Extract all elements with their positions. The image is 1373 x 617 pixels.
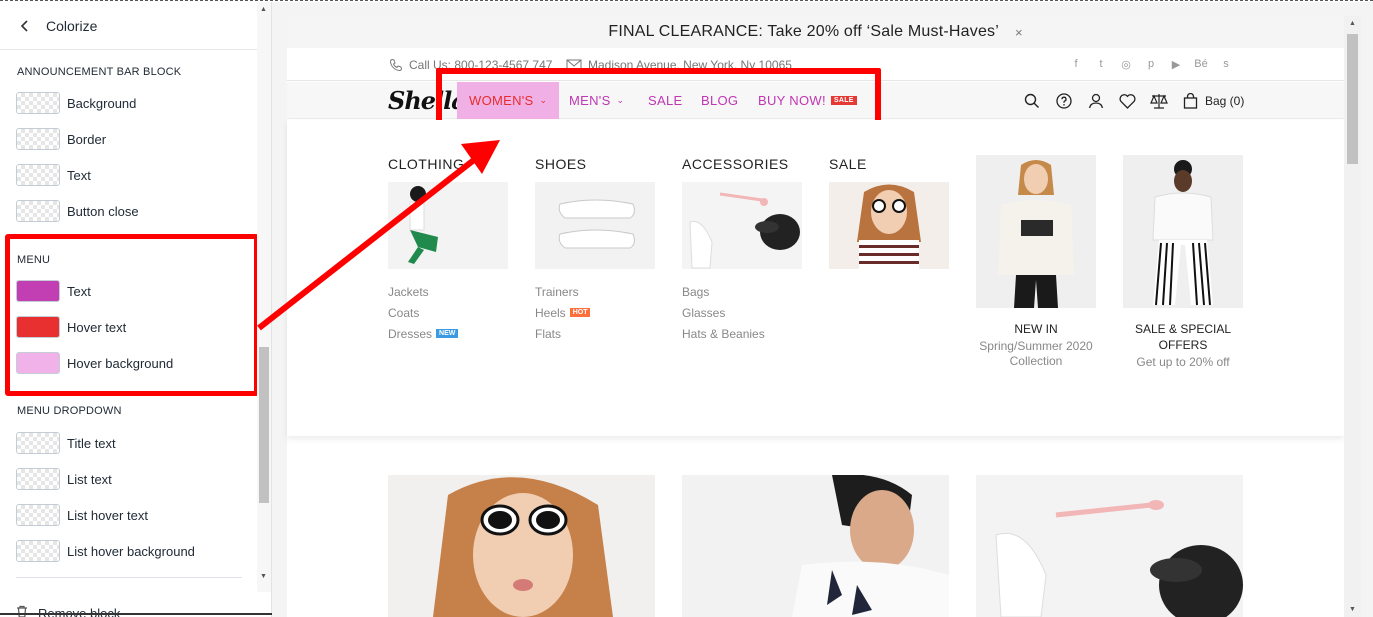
- remove-block-button[interactable]: Remove block: [16, 605, 120, 617]
- announcement-text: FINAL CLEARANCE: Take 20% off ‘Sale Must…: [608, 23, 999, 40]
- mega-title-accessories[interactable]: ACCESSORIES: [682, 156, 802, 172]
- setting-label: List text: [67, 471, 112, 487]
- facebook-icon[interactable]: f: [1068, 58, 1084, 71]
- scroll-thumb[interactable]: [259, 347, 269, 503]
- setting-dropdown-list-hover-text[interactable]: List hover text: [16, 503, 148, 527]
- section-label-announcement: ANNOUNCEMENT BAR BLOCK: [17, 66, 182, 78]
- twitter-icon[interactable]: t: [1093, 58, 1109, 71]
- scroll-down-icon[interactable]: ▼: [1349, 606, 1356, 613]
- accessories-links: Bags Glasses Hats & Beanies: [682, 281, 802, 344]
- setting-label: Text: [67, 167, 91, 183]
- promo-new-in[interactable]: NEW IN Spring/Summer 2020 Collection: [976, 155, 1096, 369]
- divider: [16, 577, 242, 578]
- mega-link-heels-label: Heels: [535, 305, 566, 320]
- pinterest-icon[interactable]: p: [1143, 58, 1159, 71]
- product-image-accessories[interactable]: [976, 475, 1243, 617]
- sale-image[interactable]: [829, 182, 949, 269]
- announcement-bar: FINAL CLEARANCE: Take 20% off ‘Sale Must…: [287, 16, 1344, 48]
- transparent-swatch[interactable]: [16, 540, 60, 562]
- mega-link-hats[interactable]: Hats & Beanies: [682, 323, 802, 344]
- bag-icon[interactable]: [1180, 91, 1200, 111]
- scroll-up-icon[interactable]: ▲: [1349, 20, 1356, 27]
- product-image-sunglasses-woman[interactable]: [388, 475, 655, 617]
- promo-sale-title-2: OFFERS: [1158, 338, 1208, 352]
- setting-label: Border: [67, 131, 107, 147]
- mega-title-shoes[interactable]: SHOES: [535, 156, 655, 172]
- remove-block-label: Remove block: [38, 605, 121, 617]
- app-root: Colorize ANNOUNCEMENT BAR BLOCK Backgrou…: [0, 0, 1373, 617]
- transparent-swatch[interactable]: [16, 128, 60, 150]
- scroll-thumb[interactable]: [1347, 34, 1358, 164]
- hot-badge: HOT: [569, 308, 591, 317]
- mega-link-trainers[interactable]: Trainers: [535, 281, 655, 302]
- menu-highlight-box: [5, 234, 259, 396]
- sale-offers-image[interactable]: [1123, 155, 1243, 308]
- transparent-swatch[interactable]: [16, 504, 60, 526]
- setting-label: List hover text: [67, 507, 148, 523]
- annotation-arrow: [257, 140, 500, 331]
- setting-label: List hover background: [67, 543, 195, 559]
- setting-dropdown-list-text[interactable]: List text: [16, 467, 112, 491]
- transparent-swatch[interactable]: [16, 432, 60, 454]
- new-in-image[interactable]: [976, 155, 1096, 308]
- transparent-swatch[interactable]: [16, 164, 60, 186]
- section-label-menu-dropdown: MENU DROPDOWN: [17, 405, 122, 417]
- mega-link-flats[interactable]: Flats: [535, 323, 655, 344]
- setting-dropdown-list-hover-background[interactable]: List hover background: [16, 539, 195, 563]
- user-icon[interactable]: [1086, 91, 1106, 111]
- mega-col-accessories: ACCESSORIES Bags Glasses Hats & Beanies: [682, 156, 802, 344]
- mega-title-sale[interactable]: SALE: [829, 156, 949, 172]
- help-icon[interactable]: [1054, 91, 1074, 111]
- panel-bottom-line: [0, 613, 290, 615]
- store-preview: FINAL CLEARANCE: Take 20% off ‘Sale Must…: [257, 16, 1344, 617]
- heart-icon[interactable]: [1117, 91, 1137, 111]
- transparent-swatch[interactable]: [16, 468, 60, 490]
- setting-label: Title text: [67, 435, 116, 451]
- transparent-swatch[interactable]: [16, 200, 60, 222]
- bag-count[interactable]: Bag (0): [1205, 94, 1244, 108]
- mega-col-sale: SALE: [829, 156, 949, 269]
- promo-sale-offers[interactable]: SALE & SPECIAL OFFERS Get up to 20% off: [1123, 155, 1243, 370]
- shoes-image[interactable]: [535, 182, 655, 269]
- social-links: f t ◎ p ▶ Bé s: [1068, 58, 1234, 71]
- panel-title: Colorize: [46, 17, 98, 34]
- panel-header: Colorize: [0, 2, 271, 50]
- scroll-up-icon[interactable]: ▲: [260, 6, 267, 13]
- setting-announcement-background[interactable]: Background: [16, 91, 136, 115]
- mega-col-shoes: SHOES Trainers Heels HOT Flats: [535, 156, 655, 344]
- transparent-swatch[interactable]: [16, 92, 60, 114]
- shoes-links: Trainers Heels HOT Flats: [535, 281, 655, 344]
- accessories-image[interactable]: [682, 182, 802, 269]
- promo-new-in-title: NEW IN: [1014, 322, 1058, 336]
- setting-announcement-border[interactable]: Border: [16, 127, 106, 151]
- promo-new-in-sub2: Collection: [1009, 354, 1063, 368]
- promo-sale-title-1: SALE & SPECIAL: [1134, 322, 1232, 336]
- phone-icon: [389, 58, 403, 72]
- product-image-man[interactable]: [682, 475, 949, 617]
- behance-icon[interactable]: Bé: [1193, 58, 1209, 71]
- back-chevron-icon[interactable]: [18, 19, 32, 33]
- setting-announcement-button-close[interactable]: Button close: [16, 199, 139, 223]
- preview-scrollbar[interactable]: ▲ ▼: [1344, 16, 1361, 617]
- promo-new-in-sub1: Spring/Summer 2020: [979, 339, 1093, 353]
- scroll-down-icon[interactable]: ▼: [260, 573, 267, 580]
- instagram-icon[interactable]: ◎: [1118, 58, 1134, 71]
- mega-link-glasses[interactable]: Glasses: [682, 302, 802, 323]
- setting-announcement-text[interactable]: Text: [16, 163, 91, 187]
- mega-link-bags[interactable]: Bags: [682, 281, 802, 302]
- mega-link-heels[interactable]: Heels HOT: [535, 302, 655, 323]
- skype-icon[interactable]: s: [1218, 58, 1234, 71]
- setting-dropdown-title-text[interactable]: Title text: [16, 431, 116, 455]
- promo-sale-sub: Get up to 20% off: [1136, 355, 1230, 369]
- search-icon[interactable]: [1022, 91, 1042, 111]
- settings-panel: Colorize ANNOUNCEMENT BAR BLOCK Backgrou…: [0, 2, 272, 617]
- youtube-icon[interactable]: ▶: [1168, 58, 1184, 71]
- close-icon[interactable]: ×: [1015, 25, 1023, 40]
- setting-label: Background: [67, 95, 137, 111]
- compare-icon[interactable]: [1149, 91, 1169, 111]
- trash-icon: [16, 605, 28, 617]
- setting-label: Button close: [67, 203, 139, 219]
